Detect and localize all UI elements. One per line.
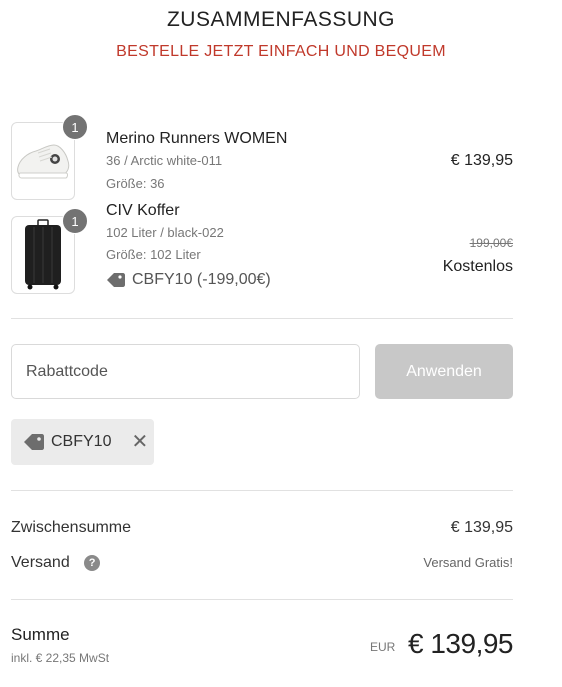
total-value: € 139,95 [408, 628, 514, 659]
product-name: Merino Runners WOMEN [106, 130, 288, 147]
shipping-row: Versand ? [11, 554, 101, 572]
cart-item: 1 CIV Koffer 102 Liter / black-022 Größe… [11, 202, 513, 296]
product-image-suitcase: 1 [11, 208, 88, 294]
product-size: Größe: 102 Liter [106, 247, 201, 262]
original-price: 199,00€ [469, 236, 513, 250]
subtotal-value: € 139,95 [450, 519, 513, 536]
page-subtitle: BESTELLE JETZT EINFACH UND BEQUEM [116, 43, 446, 60]
cart-item: 1 Merino Runners WOMEN 36 / Arctic white… [11, 114, 513, 202]
divider [11, 490, 513, 491]
product-size: Größe: 36 [106, 176, 165, 191]
tax-note: inkl. € 22,35 MwSt [11, 651, 110, 665]
help-question-icon[interactable]: ? [84, 554, 101, 571]
quantity-badge: 1 [62, 208, 88, 234]
product-variant: 102 Liter / black-022 [106, 225, 224, 240]
divider [11, 318, 513, 319]
total-label: Summe [11, 625, 70, 644]
page-title: ZUSAMMENFASSUNG [166, 8, 396, 31]
tag-icon [107, 273, 125, 287]
applied-coupon-chip: CBFY10 ✕ [11, 419, 154, 465]
quantity-badge: 1 [62, 114, 88, 140]
discount-code-label: CBFY10 (-199,00€) [132, 271, 271, 288]
product-price: Kostenlos [442, 258, 513, 275]
divider [11, 599, 513, 600]
tag-icon [24, 434, 44, 450]
product-name: CIV Koffer [106, 202, 180, 219]
shipping-label: Versand [11, 554, 70, 571]
currency-code: EUR [370, 640, 396, 654]
applied-coupon-code: CBFY10 [51, 433, 112, 450]
product-variant: 36 / Arctic white-011 [106, 153, 223, 168]
discount-code-input[interactable] [11, 344, 360, 399]
product-price: € 139,95 [450, 152, 513, 169]
product-image-sneaker: 1 [11, 114, 88, 200]
apply-discount-button[interactable]: Anwenden [375, 344, 513, 399]
shipping-value: Versand Gratis! [423, 555, 513, 570]
item-discount: CBFY10 (-199,00€) [106, 271, 271, 289]
remove-coupon-close-icon[interactable]: ✕ [131, 432, 148, 452]
subtotal-label: Zwischensumme [11, 519, 132, 536]
